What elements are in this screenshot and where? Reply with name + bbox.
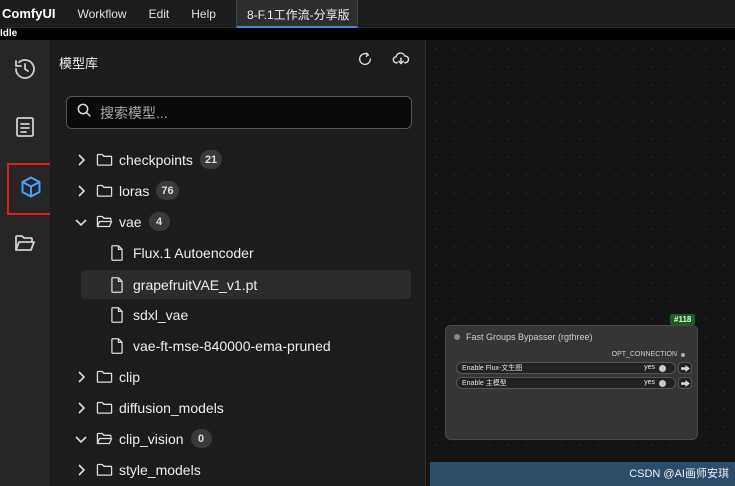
folder-icon [96,368,113,385]
tree-folder-clip-vision[interactable]: clip_vision 0 [74,425,212,452]
folder-icon [96,399,113,416]
toggle-value: yes [644,379,655,386]
count-badge: 21 [199,150,223,169]
cloud-download-icon [392,50,410,73]
node-id-badge: #118 [670,314,696,325]
tree-file-label: Flux.1 Autoencoder [133,244,254,261]
workflows-button[interactable] [8,228,42,262]
output-connector-dot[interactable] [681,352,685,357]
count-badge: 76 [156,181,179,200]
toggle-label: Enable Flux-文生图 [462,365,523,372]
tree-file-flux-autoencoder[interactable]: Flux.1 Autoencoder [108,239,254,266]
tree-folder-loras[interactable]: loras 76 [74,177,179,204]
goto-group-button[interactable] [678,362,692,374]
count-badge: 0 [190,429,212,448]
queue-list-icon [13,115,37,144]
panel-title: 模型库 [59,56,99,71]
arrow-right-icon [680,374,690,392]
chevron-right-icon[interactable] [74,370,88,384]
tree-folder-label: vae [119,213,142,230]
tree-folder-diffusion-models[interactable]: diffusion_models [74,394,224,421]
search-box [66,96,412,129]
folder-open-icon [13,231,37,260]
node-output-slot[interactable]: OPT_CONNECTION [612,351,685,358]
refresh-icon [357,51,373,72]
queue-button[interactable] [8,112,42,146]
toggle-enable-main-model[interactable]: Enable 主模型 yes [456,377,676,389]
file-icon [108,306,125,323]
brand-logo[interactable]: ComfyUI [0,6,63,21]
folder-icon [96,461,113,478]
chevron-right-icon[interactable] [74,463,88,477]
chevron-right-icon[interactable] [74,184,88,198]
toggle-enable-flux[interactable]: Enable Flux-文生图 yes [456,362,676,374]
workflow-tab[interactable]: 8-F.1工作流-分享版 [236,0,358,28]
refresh-button[interactable] [355,51,375,71]
tree-folder-label: diffusion_models [119,399,224,416]
folder-icon [96,182,113,199]
tree-folder-label: style_models [119,461,201,478]
tree-folder-clip[interactable]: clip [74,363,140,390]
tree-file-vae-ft-mse[interactable]: vae-ft-mse-840000-ema-pruned [108,332,331,359]
tree-file-grapefruitvae[interactable]: grapefruitVAE_v1.pt [81,270,411,299]
model-library-panel: 模型库 checkpoints 21 [50,40,426,486]
history-icon [13,57,37,86]
tree-file-label: grapefruitVAE_v1.pt [133,276,258,293]
toggle-knob[interactable] [659,365,666,372]
tree-folder-label: loras [119,182,150,199]
tree-file-label: vae-ft-mse-840000-ema-pruned [133,337,331,354]
fast-groups-bypasser-node[interactable]: Fast Groups Bypasser (rgthree) OPT_CONNE… [445,325,698,440]
tree-folder-label: clip_vision [119,430,184,447]
toggle-label: Enable 主模型 [462,380,507,387]
chevron-down-icon[interactable] [74,432,88,446]
goto-group-button[interactable] [678,377,692,389]
model-library-button[interactable] [7,163,55,215]
sidebar-rail [0,40,55,486]
tree-folder-label: clip [119,368,141,385]
model-library-cube-icon [19,175,43,204]
tree-folder-label: checkpoints [119,151,193,168]
node-title-label: Fast Groups Bypasser (rgthree) [466,332,593,342]
menu-workflow[interactable]: Workflow [63,0,137,28]
chevron-down-icon[interactable] [74,215,88,229]
chevron-right-icon[interactable] [74,153,88,167]
file-icon [108,244,125,261]
menu-help[interactable]: Help [180,0,227,28]
toggle-knob[interactable] [659,380,666,387]
history-button[interactable] [8,54,42,88]
file-icon [108,337,125,354]
watermark-text: CSDN @AI画师安琪 [629,468,729,480]
menu-bar: ComfyUI Workflow Edit Help [0,0,735,28]
tree-file-sdxl-vae[interactable]: sdxl_vae [108,301,188,328]
count-badge: 4 [148,212,170,231]
tree-file-label: sdxl_vae [133,306,189,323]
folder-open-icon [96,213,113,230]
toggle-value: yes [644,364,655,371]
chevron-right-icon[interactable] [74,401,88,415]
output-label: OPT_CONNECTION [611,351,677,358]
search-input[interactable] [100,104,390,121]
node-collapse-dot[interactable] [454,334,460,340]
file-icon [108,276,125,293]
menu-edit[interactable]: Edit [138,0,181,28]
tree-folder-checkpoints[interactable]: checkpoints 21 [74,146,223,173]
cloud-download-button[interactable] [391,51,411,71]
status-text: Idle [0,28,735,40]
tree-folder-style-models[interactable]: style_models [74,456,201,483]
tree-folder-vae[interactable]: vae 4 [74,208,170,235]
folder-icon [96,151,113,168]
folder-open-icon [96,430,113,447]
node-title[interactable]: Fast Groups Bypasser (rgthree) [454,332,593,342]
search-icon [76,102,92,123]
